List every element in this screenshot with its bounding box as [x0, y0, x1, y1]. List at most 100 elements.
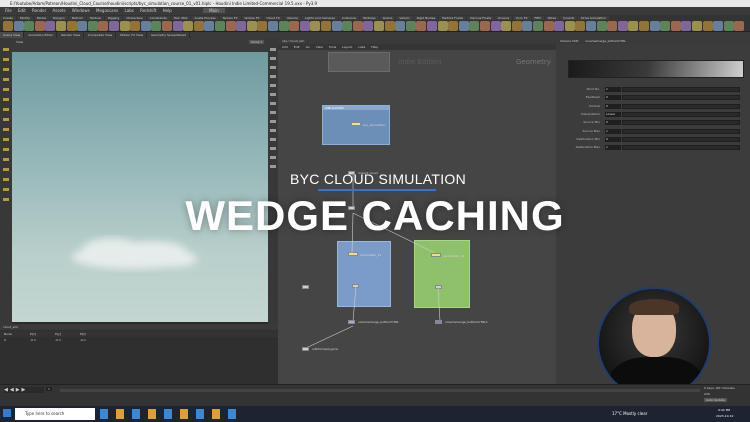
- shelf-tab[interactable]: Texture: [86, 16, 104, 20]
- shelf-tool-icon[interactable]: [321, 21, 331, 31]
- shelf-tool-icon[interactable]: [480, 21, 490, 31]
- shelf-tab[interactable]: Terrain FX: [219, 16, 241, 20]
- shelf-tab[interactable]: Constraints: [146, 16, 170, 20]
- top-node-frame[interactable]: [328, 52, 390, 72]
- shelf-tool-icon[interactable]: [639, 21, 649, 31]
- shelf-tool-icon[interactable]: [289, 21, 300, 31]
- shelf-tool-icon[interactable]: [119, 21, 130, 31]
- shelf-tab[interactable]: Particle Fluids: [439, 16, 466, 20]
- param-slider[interactable]: [622, 87, 740, 92]
- param-slider[interactable]: [622, 120, 740, 126]
- shelf-tool-icon[interactable]: [66, 21, 77, 31]
- param-field[interactable]: 0: [605, 95, 621, 101]
- shelf-tab[interactable]: Simple FX: [241, 16, 263, 20]
- menu-megascans[interactable]: Megascans: [96, 8, 118, 13]
- frame-field[interactable]: 1: [46, 387, 52, 391]
- shelf-tab[interactable]: Create: [0, 16, 16, 20]
- shelf-tool-icon[interactable]: [596, 21, 607, 31]
- param-slider[interactable]: [622, 128, 740, 134]
- shelf-tool-icon[interactable]: [405, 21, 416, 31]
- cache-box-green[interactable]: cachedsim_v2: [414, 240, 470, 308]
- param-field[interactable]: 0: [605, 136, 621, 142]
- shelf-tab[interactable]: Drive Simulation: [578, 16, 609, 20]
- shelf-tool-icon[interactable]: [681, 21, 692, 31]
- shelf-tool-icon[interactable]: [628, 21, 639, 31]
- shelf-tool-icon[interactable]: [660, 21, 671, 31]
- shelf-tool-icon[interactable]: [24, 21, 35, 31]
- shelf-tab[interactable]: Lights and Cameras: [301, 16, 338, 20]
- shelf-tab[interactable]: Collisions: [338, 16, 360, 20]
- menu-assets[interactable]: Assets: [53, 8, 66, 13]
- shelf-tab[interactable]: Characters: [123, 16, 146, 20]
- shelf-tab[interactable]: Wires: [544, 16, 560, 20]
- cache-box-blue[interactable]: cachedsim_v1: [337, 241, 391, 307]
- shelf-tool-icon[interactable]: [331, 21, 342, 31]
- tool-icons[interactable]: [3, 48, 9, 208]
- ramp-widget[interactable]: [568, 60, 744, 78]
- shelf-tool-icon[interactable]: [384, 21, 395, 31]
- shelf-tab[interactable]: Oceans: [495, 16, 513, 20]
- shelf-tab[interactable]: Vellum: [396, 16, 413, 20]
- menu-redshift[interactable]: Redshift: [140, 8, 156, 13]
- shelf-tool-icon[interactable]: [140, 21, 151, 31]
- param-slider[interactable]: [622, 111, 740, 117]
- playback-controls[interactable]: ◀◀▶▶: [4, 387, 44, 393]
- cache-node-1[interactable]: [348, 252, 358, 256]
- shelf-tool-icon[interactable]: [374, 21, 384, 31]
- shelf-tab[interactable]: Rigid Bodies: [413, 16, 439, 20]
- shelf-tool-icon[interactable]: [702, 21, 713, 31]
- param-slider[interactable]: [622, 103, 740, 109]
- menu-windows[interactable]: Windows: [72, 8, 90, 13]
- shelf-tool-icon[interactable]: [395, 21, 406, 31]
- shelf-tool-icon[interactable]: [77, 21, 88, 31]
- shelf-tool-icon[interactable]: [427, 21, 437, 31]
- net-menu-help[interactable]: Help: [371, 45, 378, 49]
- net-menu-labs[interactable]: Labs: [358, 45, 365, 49]
- left-null-node[interactable]: [302, 285, 309, 289]
- param-slider[interactable]: [622, 95, 740, 101]
- pinned-app-icons[interactable]: [100, 409, 240, 419]
- shelf-tab[interactable]: FEM: [531, 16, 544, 20]
- shelf-tab[interactable]: Crowds: [560, 16, 578, 20]
- shelf-tool-icon[interactable]: [448, 21, 459, 31]
- shelf-tool-icon[interactable]: [87, 21, 98, 31]
- clock-date[interactable]: 2023-10-19: [716, 414, 733, 418]
- shelf-tool-icon[interactable]: [501, 21, 512, 31]
- param-field[interactable]: 1: [605, 128, 621, 134]
- shelf-tab[interactable]: Model: [33, 16, 49, 20]
- menu-edit[interactable]: Edit: [18, 8, 26, 13]
- param-slider[interactable]: [622, 145, 740, 151]
- shelf-tool-icon[interactable]: [352, 21, 363, 31]
- volmerge-node-1[interactable]: [348, 320, 355, 324]
- volmerge-node-2[interactable]: [435, 320, 442, 324]
- desktop-selector[interactable]: Main: [203, 8, 225, 13]
- shelf-tool-icon[interactable]: [564, 21, 575, 31]
- shelf-tool-icon[interactable]: [56, 21, 66, 31]
- shelf-tool-icon[interactable]: [416, 21, 427, 31]
- shelf-tab[interactable]: Rigging: [104, 16, 123, 20]
- end-frame[interactable]: 240: [704, 392, 710, 396]
- param-field[interactable]: Linear: [605, 111, 621, 117]
- shelf-tool-icon[interactable]: [533, 21, 543, 31]
- shelf-tool-icon[interactable]: [193, 21, 204, 31]
- display-options-icons[interactable]: [270, 48, 276, 168]
- shelf-tool-icon[interactable]: [268, 21, 278, 31]
- shelf-tab[interactable]: Deform: [68, 16, 86, 20]
- net-menu-tools[interactable]: Tools: [329, 45, 336, 49]
- net-menu-view[interactable]: View: [316, 45, 323, 49]
- persp-button[interactable]: Persp ▾: [249, 40, 264, 44]
- shelf-tool-icon[interactable]: [299, 21, 310, 31]
- shelf-tab[interactable]: Guide Process: [191, 16, 219, 20]
- shelf-tool-icon[interactable]: [437, 21, 448, 31]
- shelf-tab[interactable]: Particles: [360, 16, 379, 20]
- menu-file[interactable]: File: [5, 8, 12, 13]
- shelf-tool-icon[interactable]: [257, 21, 268, 31]
- shelf-tool-icon[interactable]: [225, 21, 236, 31]
- shelf-tool-icon[interactable]: [607, 21, 618, 31]
- param-slider[interactable]: [622, 136, 740, 142]
- shelf-tool-icon[interactable]: [713, 21, 724, 31]
- shelf-tool-icon[interactable]: [490, 21, 501, 31]
- param-field[interactable]: 0: [605, 103, 621, 109]
- menu-labs[interactable]: Labs: [125, 8, 134, 13]
- shelf-tool-icon[interactable]: [522, 21, 533, 31]
